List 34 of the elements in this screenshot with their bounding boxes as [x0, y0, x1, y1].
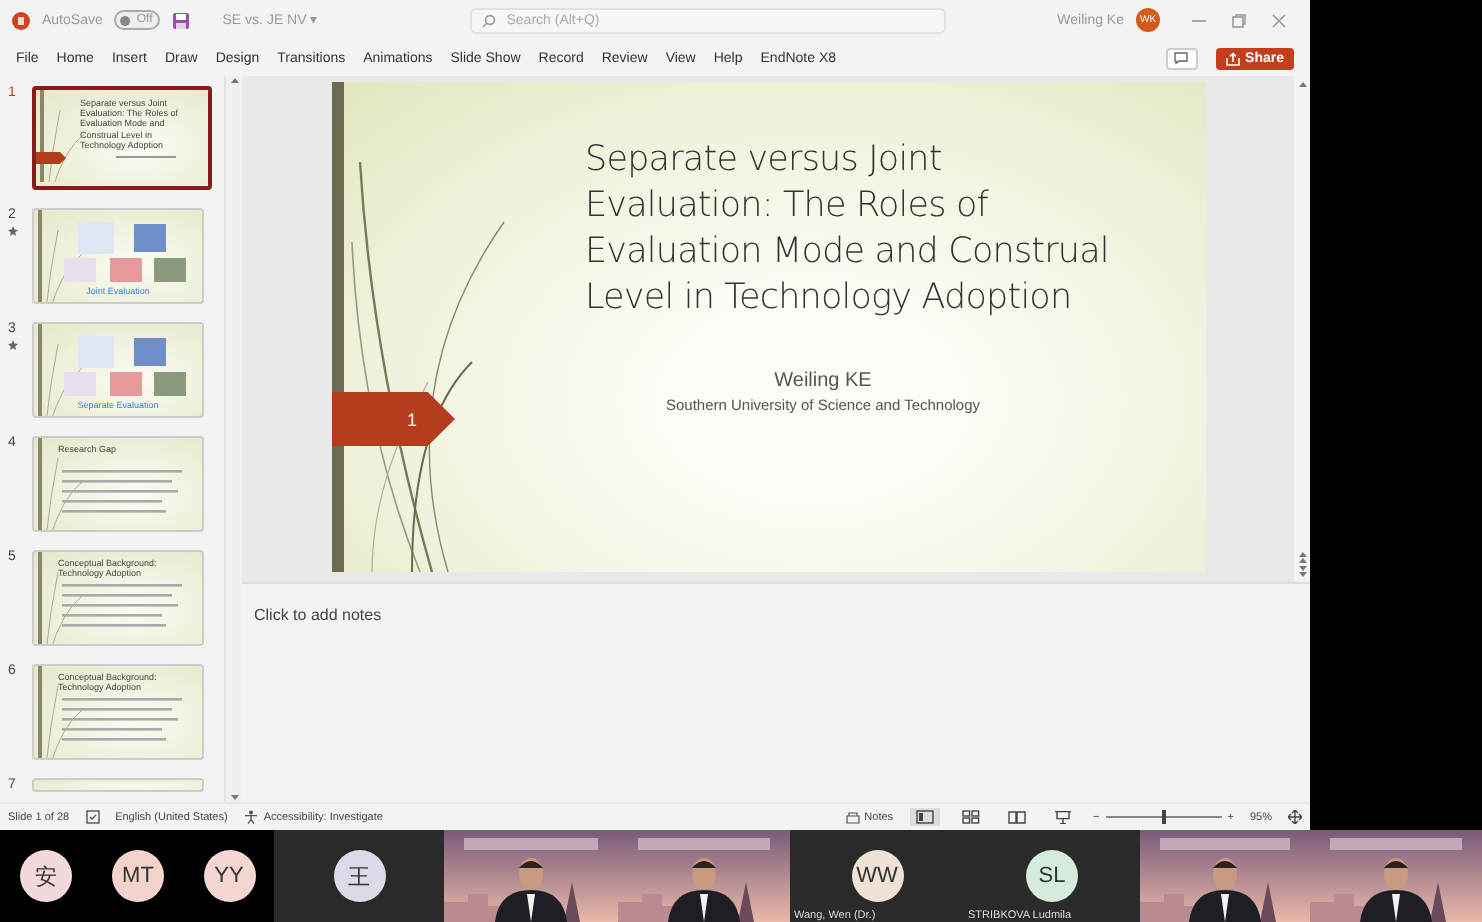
slide-sorter-icon — [961, 810, 980, 824]
comment-icon — [1174, 52, 1189, 64]
search-icon — [482, 13, 497, 27]
page-nav-icon — [1297, 550, 1307, 578]
scrollbar[interactable] — [224, 76, 242, 802]
accessibility-icon — [243, 810, 258, 824]
app-logo-icon[interactable] — [12, 11, 30, 29]
view-button[interactable] — [909, 808, 940, 826]
projector-screen-icon — [1053, 810, 1072, 824]
scroll-up-icon — [1297, 80, 1307, 88]
participant-avatar: MT — [112, 850, 164, 902]
fit-to-window-icon[interactable] — [1288, 810, 1302, 824]
normal-view-icon — [915, 810, 934, 824]
notes-placeholder[interactable]: Click to add notes — [254, 606, 382, 624]
slider-thumb[interactable] — [1161, 810, 1166, 824]
comments-button[interactable] — [1165, 47, 1198, 69]
slide-thumbnail[interactable] — [32, 778, 204, 792]
scroll-up-icon — [229, 76, 239, 84]
spelling-icon[interactable] — [85, 810, 100, 824]
share-icon — [1225, 51, 1240, 65]
book-icon — [1007, 810, 1026, 824]
participant-avatar: YY — [203, 850, 255, 902]
slide-number-tag: 1 — [331, 392, 455, 446]
participant-avatar: 安 — [20, 850, 72, 902]
scrollbar[interactable] — [1294, 76, 1310, 582]
slide-title: Separate versus Joint Evaluation: The Roles of Evaluation Mode and Construal Level in Technology Adoption — [585, 138, 1109, 322]
restore-icon[interactable] — [1232, 13, 1246, 27]
participant-avatar: WW — [851, 850, 903, 902]
close-icon[interactable] — [1272, 13, 1286, 27]
notes-icon — [846, 811, 861, 823]
participant-avatar: 王 — [333, 850, 385, 902]
slide-author: Weiling KE — [772, 370, 874, 392]
participant-avatar: SL — [1026, 850, 1078, 902]
save-icon[interactable] — [172, 11, 191, 29]
